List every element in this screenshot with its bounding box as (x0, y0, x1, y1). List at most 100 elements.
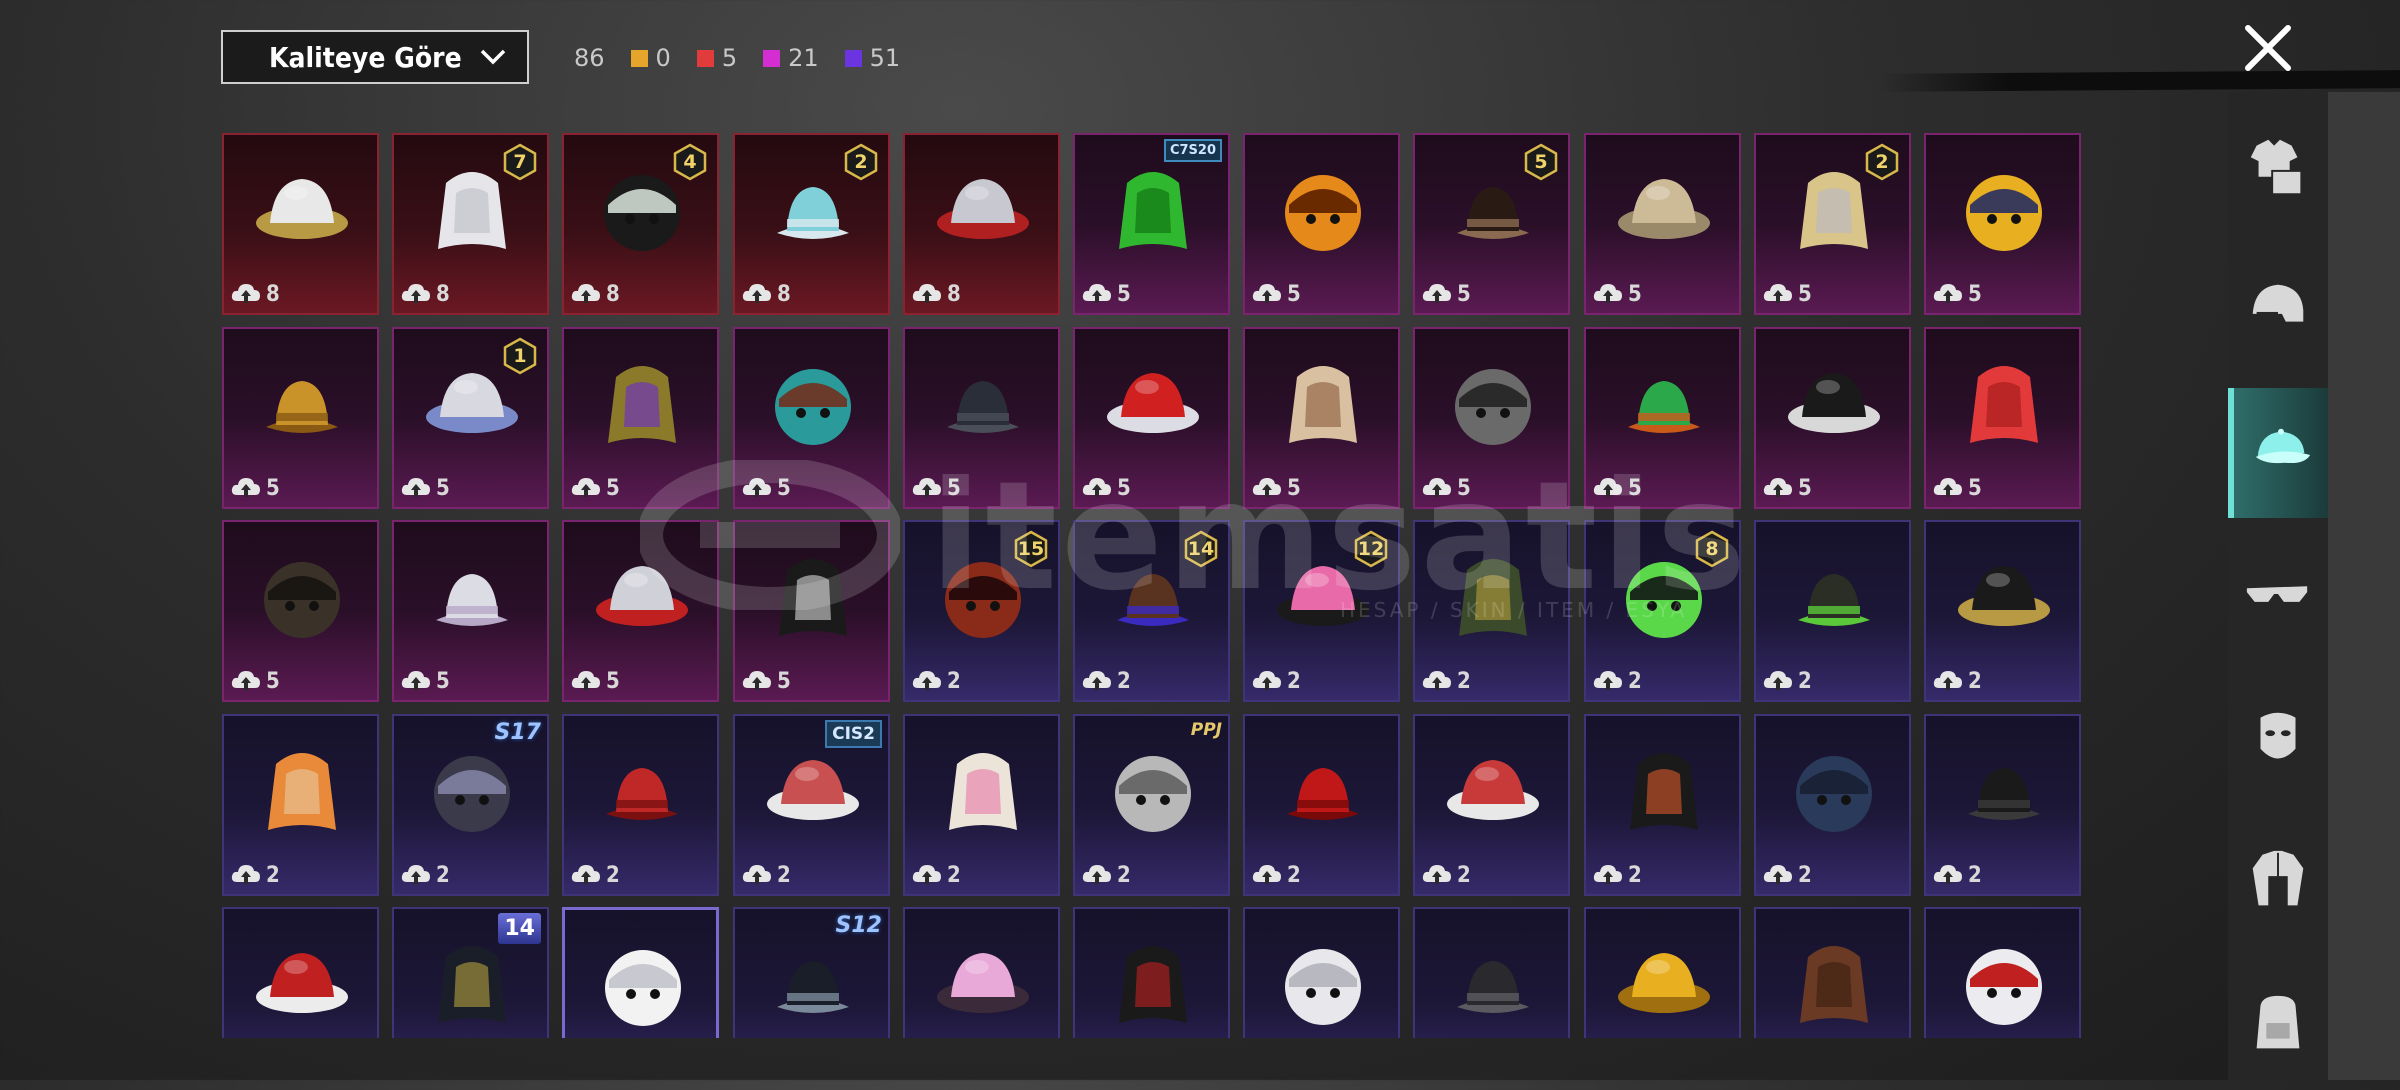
white-cowboy-hat-icon (256, 179, 348, 239)
item-quantity: 2 (911, 668, 961, 694)
officer-cap-icon (1459, 559, 1527, 636)
inventory-item[interactable]: 5 (1584, 133, 1741, 315)
cloud-upgrade-icon (1763, 671, 1792, 690)
inventory-item[interactable] (1754, 907, 1911, 1038)
inventory-item[interactable]: 2 (1413, 714, 1570, 896)
level-badge: 2 (1863, 143, 1901, 181)
inventory-item[interactable]: 14 (392, 907, 549, 1038)
inventory-item[interactable]: 5 (1073, 327, 1230, 509)
inventory-item[interactable]: 2 (1413, 520, 1570, 702)
inventory-item[interactable] (222, 907, 379, 1038)
tactical-helmet-icon (947, 381, 1019, 433)
inventory-item[interactable]: 2 (562, 714, 719, 896)
cloud-upgrade-icon (231, 671, 260, 690)
item-quantity: 5 (1762, 281, 1812, 307)
inventory-item[interactable] (1243, 907, 1400, 1038)
sort-dropdown[interactable]: Kaliteye Göre (221, 30, 529, 84)
inventory-item[interactable]: 2 (1924, 520, 2081, 702)
sidebar-tab-glasses[interactable] (2228, 531, 2328, 661)
inventory-item[interactable] (1584, 907, 1741, 1038)
inventory-item[interactable]: 5 (733, 327, 890, 509)
inventory-item[interactable] (1413, 907, 1570, 1038)
sidebar-tab-cap[interactable] (2228, 388, 2328, 518)
inventory-item[interactable]: 5 (903, 327, 1060, 509)
item-quantity: 2 (1762, 862, 1812, 888)
inventory-item[interactable]: 5 (1413, 327, 1570, 509)
inventory-item[interactable]: PPJ 2 (1073, 714, 1230, 896)
inventory-item[interactable] (1924, 907, 2081, 1038)
inventory-item[interactable]: 14 2 (1073, 520, 1230, 702)
inventory-item[interactable]: 15 2 (903, 520, 1060, 702)
level-badge: 15 (1012, 530, 1050, 568)
sidebar-tab-mask[interactable] (2228, 674, 2328, 804)
inventory-item[interactable]: 5 (222, 327, 379, 509)
chevron-down-icon (480, 49, 506, 65)
inventory-item[interactable]: 2 (1584, 714, 1741, 896)
inventory-item[interactable]: 5 (1243, 327, 1400, 509)
inventory-item[interactable]: 5 (1924, 327, 2081, 509)
item-quantity: 5 (1251, 281, 1301, 307)
quality-counts: 86 0 5 21 51 (574, 44, 900, 72)
cloud-upgrade-icon (912, 671, 941, 690)
inventory-item[interactable]: 5 (1584, 327, 1741, 509)
inventory-item[interactable]: 28 (733, 133, 890, 315)
level-badge: 12 (1352, 530, 1390, 568)
inventory-item[interactable]: 25 (1754, 133, 1911, 315)
inventory-item[interactable]: 5 (392, 520, 549, 702)
inventory-item[interactable]: 5 (222, 520, 379, 702)
visor-helmet-icon (1958, 566, 2050, 626)
item-quantity: 8 (570, 281, 620, 307)
close-icon[interactable] (2240, 20, 2296, 76)
item-quantity: 5 (400, 475, 450, 501)
item-quantity: 2 (1592, 668, 1642, 694)
purple-square-icon (844, 49, 862, 67)
inventory-item[interactable]: 8 (222, 133, 379, 315)
crab-hat-icon (1970, 366, 2038, 443)
item-quantity: 2 (1762, 668, 1812, 694)
backpack-icon (2256, 995, 2300, 1049)
item-quantity: 2 (1421, 668, 1471, 694)
sidebar-tab-outfit[interactable] (2228, 102, 2328, 232)
inventory-item[interactable]: C7S20 5 (1073, 133, 1230, 315)
green-hair-icon (1119, 172, 1187, 249)
item-quantity: 8 (741, 281, 791, 307)
flower-hat-icon (949, 753, 1017, 830)
mask-icon (2260, 712, 2296, 759)
inventory-item[interactable]: 5 (562, 520, 719, 702)
inventory-item[interactable]: 55 (1413, 133, 1570, 315)
inventory-item[interactable]: 5 (1924, 133, 2081, 315)
sidebar-rail (2328, 92, 2400, 1080)
sidebar-tab-helmet[interactable] (2228, 245, 2328, 375)
inventory-item[interactable] (1073, 907, 1230, 1038)
cloud-upgrade-icon (742, 478, 771, 497)
inventory-item[interactable]: 12 2 (1243, 520, 1400, 702)
rare-count: 51 (844, 44, 900, 72)
inventory-item[interactable]: 78 (392, 133, 549, 315)
sidebar-tab-jacket[interactable] (2228, 817, 2328, 947)
inventory-item[interactable]: 5 (733, 520, 890, 702)
oni-mask-icon (937, 179, 1029, 239)
inventory-item[interactable]: 15 (392, 327, 549, 509)
inventory-item[interactable]: 2 (1924, 714, 2081, 896)
inventory-item[interactable]: 8 (903, 133, 1060, 315)
inventory-item[interactable]: S12 (733, 907, 890, 1038)
level-badge: 1 (501, 337, 539, 375)
inventory-item[interactable] (562, 907, 719, 1038)
inventory-item[interactable]: 48 (562, 133, 719, 315)
inventory-item[interactable]: 2 (1754, 520, 1911, 702)
inventory-item[interactable]: 2 (1754, 714, 1911, 896)
inventory-item[interactable]: 2 (1243, 714, 1400, 896)
inventory-item[interactable]: CIS2 2 (733, 714, 890, 896)
sidebar-tab-backpack[interactable] (2228, 960, 2328, 1090)
inventory-item[interactable]: 2 (222, 714, 379, 896)
inventory-item[interactable]: 5 (1754, 327, 1911, 509)
cream-hood-icon (1289, 366, 1357, 443)
inventory-item[interactable]: 5 (1243, 133, 1400, 315)
inventory-item[interactable] (903, 907, 1060, 1038)
jacket-icon (2252, 850, 2304, 906)
inventory-item[interactable]: 5 (562, 327, 719, 509)
inventory-item[interactable]: 2 (903, 714, 1060, 896)
braided-helmet-icon (1630, 753, 1698, 830)
inventory-item[interactable]: S17 2 (392, 714, 549, 896)
inventory-item[interactable]: 82 (1584, 520, 1741, 702)
